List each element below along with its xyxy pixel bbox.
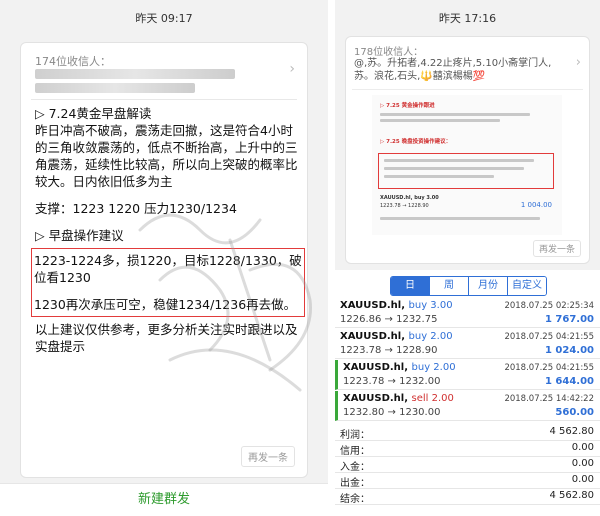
tab-day[interactable]: 日 xyxy=(391,277,430,295)
summary-value: 4 562.80 xyxy=(549,426,594,437)
summary-row: 利润： 4 562.80 xyxy=(335,426,600,441)
thumb-heading: ▷ 7.25 黄金操作跟进 xyxy=(380,103,435,109)
trade-prices: 1223.78 → 1232.00 xyxy=(343,376,441,387)
trade-row[interactable]: XAUUSD.hl, buy 3.00 1226.86 → 1232.75 2018… xyxy=(335,298,600,328)
trade-symbol: XAUUSD.hl, buy 2.00 xyxy=(343,362,456,373)
summary-value: 4 562.80 xyxy=(549,490,594,501)
trade-symbol: XAUUSD.hl, buy 3.00 xyxy=(340,300,453,311)
summary-value: 0.00 xyxy=(571,474,594,485)
period-tabs: 日 周 月份 自定义 xyxy=(390,276,547,296)
trade-profit: 1 644.00 xyxy=(544,376,594,387)
left-panel: 昨天 09:17 174位收信人： › ▷ 7.24黄金早盘解读 昨日冲高不破高… xyxy=(0,0,328,516)
blurred-recipients-line xyxy=(35,83,195,93)
trade-row[interactable]: XAUUSD.hl, buy 2.00 1223.78 → 1232.00 2018… xyxy=(335,360,600,390)
image-thumbnail[interactable]: ▷ 7.25 黄金操作跟进 ▷ 7.25 晚盘投资操作建议： XAUUSD.hl… xyxy=(372,95,562,235)
tab-month[interactable]: 月份 xyxy=(469,277,508,295)
divider xyxy=(335,440,600,441)
recipients-label: 174位收信人： xyxy=(35,55,111,68)
summary-row: 出金： 0.00 xyxy=(335,474,600,489)
blurred-recipients-line xyxy=(35,69,235,79)
trade-profit: 1 024.00 xyxy=(544,345,594,356)
trade-time: 2018.07.25 14:42:22 xyxy=(504,394,594,404)
divider xyxy=(352,89,583,90)
trade-history-panel: 日 周 月份 自定义 XAUUSD.hl, buy 3.00 1226.86 → … xyxy=(335,274,600,516)
trade-time: 2018.07.25 02:25:34 xyxy=(504,301,594,311)
divider xyxy=(335,488,600,489)
support-resistance: 支撑：1223 1220 压力1230/1234 xyxy=(35,201,237,216)
trade-prices: 1226.86 → 1232.75 xyxy=(340,314,438,325)
recipients-label: 178位收信人： xyxy=(354,47,424,58)
thumb-trade-profit: 1 004.00 xyxy=(520,201,552,209)
resend-button[interactable]: 再发一条 xyxy=(532,240,581,257)
message-body: ▷ 7.24黄金早盘解读 昨日冲高不破高，震荡走回撤，这是符合4小时的三角收敛震… xyxy=(31,105,305,355)
thumb-trade-prices: 1223.78 → 1228.90 xyxy=(380,203,429,209)
thumb-heading: ▷ 7.25 晚盘投资操作建议： xyxy=(380,139,452,145)
trade-side: sell 2.00 xyxy=(411,393,454,404)
summary-row: 信用： 0.00 xyxy=(335,442,600,457)
operation-highlight-box: 1223-1224多，损1220，目标1228/1330，破位看1230 123… xyxy=(31,248,305,317)
new-group-button[interactable]: 新建群发 xyxy=(0,483,328,516)
chevron-right-icon[interactable]: › xyxy=(289,61,295,77)
disclaimer-text: 以上建议仅供参考，更多分析关注实时跟进以及实盘提示 xyxy=(35,322,298,354)
tab-week[interactable]: 周 xyxy=(430,277,469,295)
summary-label: 结余： xyxy=(340,494,370,505)
resend-button[interactable]: 再发一条 xyxy=(241,446,295,467)
symbol-text: XAUUSD.hl, xyxy=(340,300,406,311)
thumb-trade-symbol: XAUUSD.hl, buy 3.00 xyxy=(380,195,439,201)
summary-label: 信用： xyxy=(340,446,370,457)
tab-custom[interactable]: 自定义 xyxy=(508,277,546,295)
trade-symbol: XAUUSD.hl, sell 2.00 xyxy=(343,393,454,404)
divider xyxy=(335,504,600,505)
summary-value: 0.00 xyxy=(571,458,594,469)
section-title: ▷ 早盘操作建议 xyxy=(35,228,124,243)
divider xyxy=(31,99,297,100)
message-time: 昨天 09:17 xyxy=(135,12,193,25)
trade-row[interactable]: XAUUSD.hl, sell 2.00 1232.80 → 1230.00 201… xyxy=(335,391,600,421)
summary-label: 利润： xyxy=(340,430,370,441)
divider xyxy=(335,456,600,457)
trade-time: 2018.07.25 04:21:55 xyxy=(504,332,594,342)
right-top-panel: 昨天 17:16 178位收信人： @,苏。升拓者,4.22止疼片,5.10小斋… xyxy=(335,0,600,270)
trade-time: 2018.07.25 04:21:55 xyxy=(504,363,594,373)
message-time: 昨天 17:16 xyxy=(438,12,497,25)
trade-side: buy 3.00 xyxy=(408,300,453,311)
recipient-names: @,苏。升拓者,4.22止疼片,5.10小斋掌门人,苏。浪花,石头,🔱囍滨楊楊💯 xyxy=(354,58,552,82)
trade-side: buy 2.00 xyxy=(411,362,456,373)
divider xyxy=(335,472,600,473)
trade-side: buy 2.00 xyxy=(408,331,453,342)
symbol-text: XAUUSD.hl, xyxy=(343,393,409,404)
analysis-text: 昨日冲高不破高，震荡走回撤，这是符合4小时的三角收敛震荡的，低点不断抬高，上升中… xyxy=(35,123,298,189)
chevron-right-icon[interactable]: › xyxy=(576,55,581,70)
section-title: ▷ 7.24黄金早盘解读 xyxy=(35,106,152,121)
broadcast-message-card[interactable]: 178位收信人： @,苏。升拓者,4.22止疼片,5.10小斋掌门人,苏。浪花,… xyxy=(345,36,590,264)
trade-prices: 1232.80 → 1230.00 xyxy=(343,407,441,418)
summary-row: 入金： 0.00 xyxy=(335,458,600,473)
symbol-text: XAUUSD.hl, xyxy=(343,362,409,373)
operation-1: 1223-1224多，损1220，目标1228/1330，破位看1230 xyxy=(34,253,302,285)
summary-label: 出金： xyxy=(340,478,370,489)
summary-label: 入金： xyxy=(340,462,370,473)
trade-prices: 1223.78 → 1228.90 xyxy=(340,345,438,356)
trade-profit: 1 767.00 xyxy=(544,314,594,325)
summary-value: 0.00 xyxy=(571,442,594,453)
trade-symbol: XAUUSD.hl, buy 2.00 xyxy=(340,331,453,342)
broadcast-message-card[interactable]: 174位收信人： › ▷ 7.24黄金早盘解读 昨日冲高不破高，震荡走回撤，这是… xyxy=(20,42,308,478)
summary-row: 结余： 4 562.80 xyxy=(335,490,600,505)
symbol-text: XAUUSD.hl, xyxy=(340,331,406,342)
operation-2: 1230再次承压可空，稳健1234/1236再去做。 xyxy=(34,297,297,312)
trade-row[interactable]: XAUUSD.hl, buy 2.00 1223.78 → 1228.90 2018… xyxy=(335,329,600,359)
trade-profit: 560.00 xyxy=(555,407,594,418)
